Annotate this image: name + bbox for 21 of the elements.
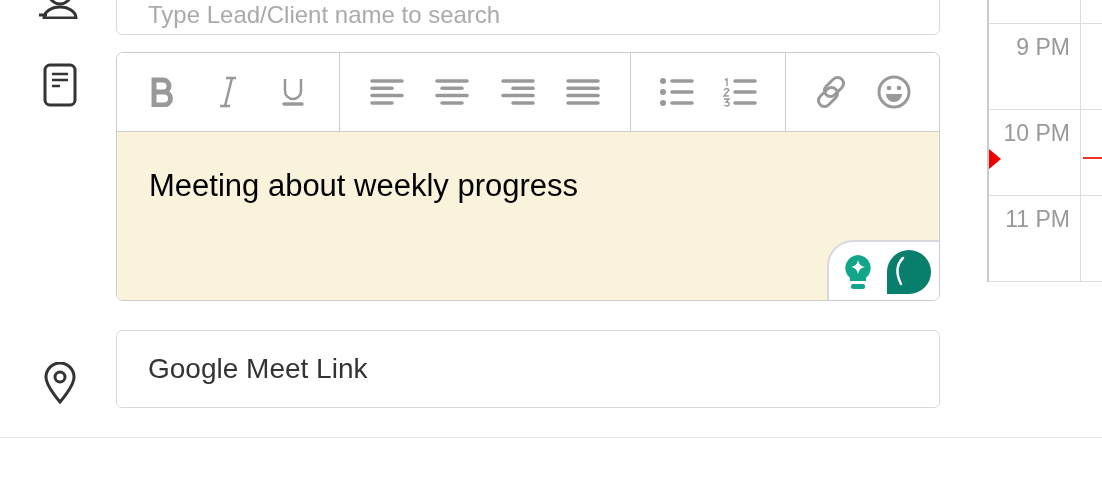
numbered-list-icon — [722, 77, 757, 107]
hour-label: 11 PM — [1005, 206, 1070, 233]
current-time-marker-icon — [989, 149, 1001, 169]
hour-label: 10 PM — [1003, 120, 1070, 147]
notes-text[interactable]: Meeting about weekly progress — [117, 132, 939, 300]
italic-icon — [218, 76, 238, 108]
emoji-icon — [876, 75, 911, 109]
bullet-list-icon — [659, 78, 694, 106]
notes-icon — [43, 63, 77, 107]
lightbulb-icon[interactable] — [843, 254, 873, 290]
location-pin-icon — [44, 362, 76, 404]
align-center-icon — [435, 78, 470, 106]
align-left-icon — [369, 78, 404, 106]
underline-icon — [281, 77, 304, 107]
hour-label: 9 PM — [1016, 34, 1070, 61]
current-time-line — [1083, 157, 1102, 159]
contact-search-field[interactable]: Type Lead/Client name to search — [116, 0, 940, 35]
location-field[interactable]: Google Meet Link — [116, 330, 940, 408]
chat-bubble-icon[interactable] — [887, 250, 931, 294]
align-right-icon — [500, 78, 535, 106]
justify-icon — [566, 78, 601, 106]
